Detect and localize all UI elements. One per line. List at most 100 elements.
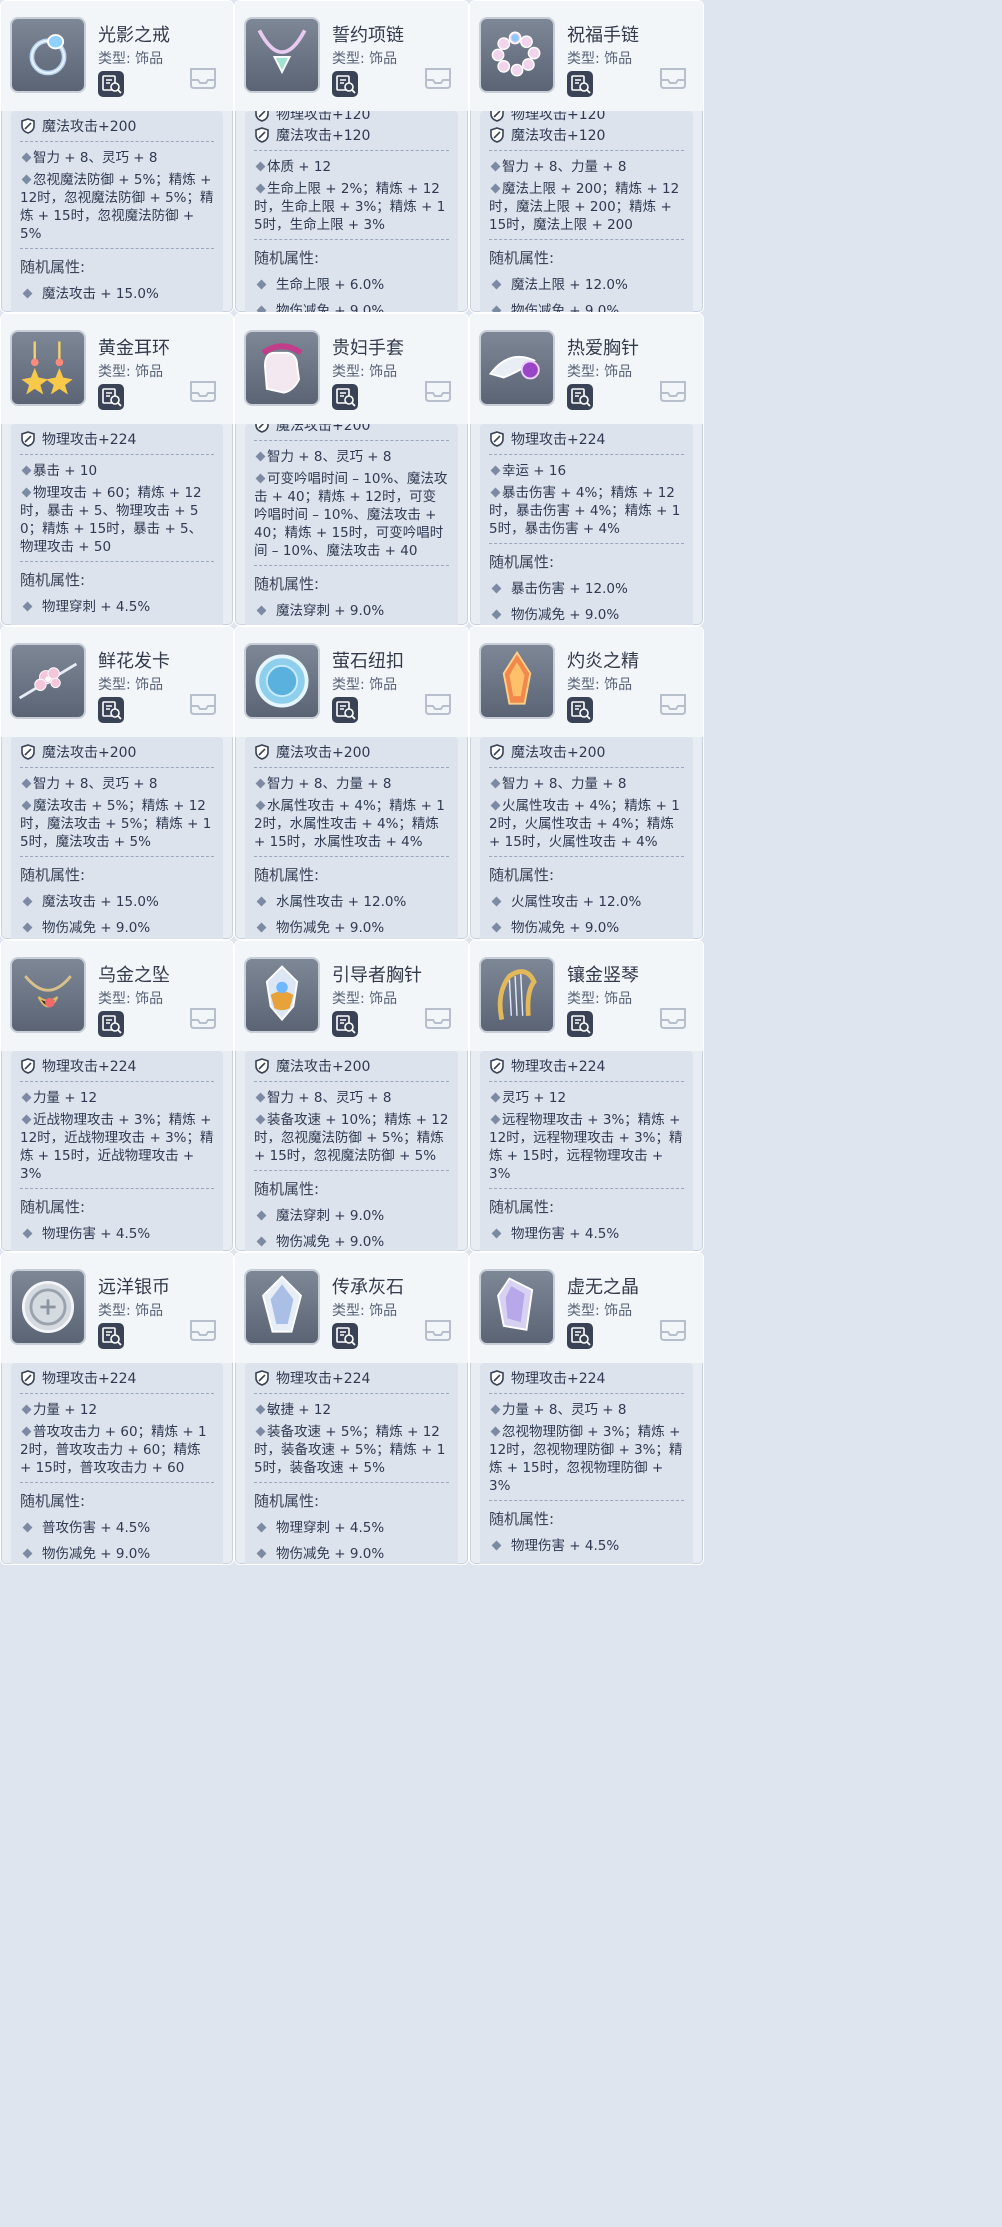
attribute-panel[interactable]: 物理攻击+224 灵巧 + 12 远程物理攻击 + 3%；精炼 + 12时，远程物理… (480, 1051, 693, 1251)
base-attribute: 装备攻速 + 10%；精炼 + 12时，忽视魔法防御 + 5%；精炼 + 15时… (254, 1111, 449, 1165)
magnifier-preview-icon[interactable] (332, 384, 358, 410)
attribute-panel[interactable]: 魔法攻击+200 智力 + 8、力量 + 8 水属性攻击 + 4%；精炼 + 12时… (245, 737, 458, 939)
diamond-bullet-icon (490, 1404, 501, 1415)
guide-brooch-icon[interactable] (244, 957, 320, 1033)
attribute-panel[interactable]: 魔法攻击+200 智力 + 8、灵巧 + 8 可变吟唱时间 – 10%、魔法攻击 +… (245, 424, 458, 625)
attribute-panel[interactable]: 物理攻击+224 力量 + 12 普攻攻击力 + 60；精炼 + 12时，普攻攻击力… (11, 1363, 223, 1564)
accessory-card: 贵妇手套 类型: 饰品 魔法攻击+200 智力 + 8、灵巧 + 8 可变吟唱时间 – … (234, 313, 469, 626)
diamond-bullet-icon (22, 1228, 33, 1239)
card-header: 镶金竖琴 类型: 饰品 (470, 941, 703, 1051)
inventory-tray-icon[interactable] (422, 1005, 454, 1031)
inventory-tray-icon[interactable] (187, 65, 219, 91)
diamond-bullet-icon (22, 601, 33, 612)
diamond-bullet-icon (255, 778, 266, 789)
random-attribute: 魔法穿刺 + 9.0% (254, 1207, 449, 1233)
inventory-tray-icon[interactable] (657, 691, 689, 717)
random-attribute: 物伤减免 + 9.0% (20, 311, 214, 313)
diamond-bullet-icon (21, 487, 32, 498)
attribute-panel[interactable]: 魔法攻击+200 智力 + 8、灵巧 + 8 魔法攻击 + 5%；精炼 + 12时，… (11, 737, 223, 939)
random-attribute-text: 物伤减免 + 9.0% (276, 919, 385, 936)
magnifier-preview-icon[interactable] (332, 71, 358, 97)
random-attribute: 物伤减免 + 9.0% (254, 919, 449, 940)
void-crystal-icon[interactable] (479, 1269, 555, 1345)
inventory-tray-icon[interactable] (422, 378, 454, 404)
base-attribute: 物理攻击 + 60；精炼 + 12时，暴击 + 5、物理攻击 + 50；精炼 +… (20, 484, 214, 556)
divider (20, 1188, 214, 1189)
magnifier-preview-icon[interactable] (567, 697, 593, 723)
inventory-tray-icon[interactable] (422, 65, 454, 91)
brooch-icon[interactable] (479, 330, 555, 406)
magnifier-preview-icon[interactable] (98, 384, 124, 410)
attribute-panel[interactable]: 物理攻击+224 幸运 + 16 暴击伤害 + 4%；精炼 + 12时，暴击伤害 +… (480, 424, 693, 625)
random-attributes-title: 随机属性: (254, 866, 320, 884)
divider (254, 565, 449, 566)
accessory-card: 黄金耳环 类型: 饰品 物理攻击+224 暴击 + 10 物理攻击 + 60；精炼 + … (0, 313, 234, 626)
magnifier-preview-icon[interactable] (332, 697, 358, 723)
random-attribute: 暴击伤害 + 12.0% (489, 580, 684, 606)
glove-icon[interactable] (244, 330, 320, 406)
divider (20, 561, 214, 562)
attribute-panel[interactable]: 魔法攻击+200 智力 + 8、灵巧 + 8 忽视魔法防御 + 5%；精炼 + 12… (11, 111, 223, 312)
stone-icon[interactable] (244, 1269, 320, 1345)
inventory-tray-icon[interactable] (187, 691, 219, 717)
necklace-icon[interactable] (244, 17, 320, 93)
attribute-panel[interactable]: 物理攻击+120 魔法攻击+120 体质 + 12 生命上限 + 2%；精炼 + 12… (245, 111, 458, 312)
magnifier-preview-icon[interactable] (98, 71, 124, 97)
attribute-panel[interactable]: 魔法攻击+200 智力 + 8、灵巧 + 8 装备攻速 + 10%；精炼 + 12时… (245, 1051, 458, 1251)
diamond-bullet-icon (22, 1548, 33, 1558)
inventory-tray-icon[interactable] (657, 65, 689, 91)
attribute-panel[interactable]: 物理攻击+224 力量 + 12 近战物理攻击 + 3%；精炼 + 12时，近战物理… (11, 1051, 223, 1251)
inventory-tray-icon[interactable] (657, 1005, 689, 1031)
shield-attack-icon (20, 743, 36, 760)
attribute-panel[interactable]: 物理攻击+224 暴击 + 10 物理攻击 + 60；精炼 + 12时，暴击 + 5… (11, 424, 223, 625)
base-attribute-text: 物理攻击 + 60；精炼 + 12时，暴击 + 5、物理攻击 + 50；精炼 +… (20, 485, 203, 555)
magnifier-preview-icon[interactable] (332, 1011, 358, 1037)
magnifier-preview-icon[interactable] (98, 1011, 124, 1037)
card-header: 远洋银币 类型: 饰品 (1, 1253, 233, 1363)
attribute-panel[interactable]: 魔法攻击+200 智力 + 8、力量 + 8 火属性攻击 + 4%；精炼 + 12时… (480, 737, 693, 939)
accessory-card: 祝福手链 类型: 饰品 物理攻击+120 魔法攻击+120 智力 + 8、力量 + 8 魔… (469, 0, 704, 313)
random-attribute-text: 物伤减免 + 9.0% (42, 1545, 151, 1562)
random-attribute: 物伤减免 + 9.0% (489, 919, 684, 940)
random-attribute: 物伤减免 + 9.0% (254, 1545, 449, 1565)
magnifier-preview-icon[interactable] (567, 384, 593, 410)
ring-icon[interactable] (10, 17, 86, 93)
card-header: 誓约项链 类型: 饰品 (235, 1, 468, 111)
attribute-panel[interactable]: 物理攻击+224 力量 + 8、灵巧 + 8 忽视物理防御 + 3%；精炼 + 12… (480, 1363, 693, 1564)
inventory-tray-icon[interactable] (422, 691, 454, 717)
diamond-bullet-icon (256, 1548, 267, 1558)
hairpin-icon[interactable] (10, 643, 86, 719)
inventory-tray-icon[interactable] (657, 378, 689, 404)
button-icon[interactable] (244, 643, 320, 719)
main-attribute-text: 魔法攻击+120 (511, 127, 606, 144)
flame-crystal-icon[interactable] (479, 643, 555, 719)
inventory-tray-icon[interactable] (187, 1317, 219, 1343)
diamond-bullet-icon (255, 800, 266, 811)
random-attribute-text: 魔法穿刺 + 9.0% (276, 603, 385, 619)
harp-icon[interactable] (479, 957, 555, 1033)
earring-icon[interactable] (10, 330, 86, 406)
magnifier-preview-icon[interactable] (567, 71, 593, 97)
magnifier-preview-icon[interactable] (567, 1323, 593, 1349)
diamond-bullet-icon (490, 465, 501, 476)
magnifier-preview-icon[interactable] (98, 697, 124, 723)
magnifier-preview-icon[interactable] (567, 1011, 593, 1037)
diamond-bullet-icon (491, 279, 502, 290)
attribute-panel[interactable]: 物理攻击+224 敏捷 + 12 装备攻速 + 5%；精炼 + 12时，装备攻速 +… (245, 1363, 458, 1564)
random-attributes-title: 随机属性: (20, 258, 86, 276)
diamond-bullet-icon (491, 609, 502, 619)
magnifier-preview-icon[interactable] (332, 1323, 358, 1349)
bracelet-icon[interactable] (479, 17, 555, 93)
diamond-bullet-icon (256, 305, 267, 312)
attribute-panel[interactable]: 物理攻击+120 魔法攻击+120 智力 + 8、力量 + 8 魔法上限 + 200；… (480, 111, 693, 312)
coin-icon[interactable] (10, 1269, 86, 1345)
base-attribute-text: 智力 + 8、力量 + 8 (502, 776, 627, 792)
inventory-tray-icon[interactable] (187, 1005, 219, 1031)
inventory-tray-icon[interactable] (187, 378, 219, 404)
magnifier-preview-icon[interactable] (98, 1323, 124, 1349)
shield-attack-icon (20, 1057, 36, 1074)
inventory-tray-icon[interactable] (657, 1317, 689, 1343)
inventory-tray-icon[interactable] (422, 1317, 454, 1343)
pendant-icon[interactable] (10, 957, 86, 1033)
main-attribute-text: 物理攻击+120 (276, 111, 371, 123)
